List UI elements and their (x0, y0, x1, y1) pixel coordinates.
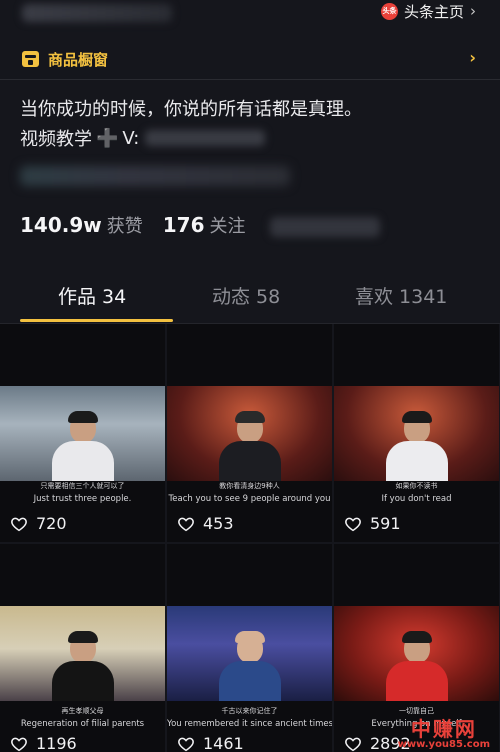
video-likes: 453 (177, 514, 234, 533)
video-likes: 591 (344, 514, 401, 533)
bio-line-2-text: 视频教学 (20, 129, 92, 150)
video-subtitle-en: You remembered it since ancient times. (167, 719, 332, 729)
heart-icon (11, 737, 27, 751)
likes-label: 获赞 (106, 216, 143, 237)
watermark-url: www.you85.com (397, 739, 490, 750)
video-preview-image (167, 606, 332, 701)
top-bar: 头条 头条主页 › (0, 0, 500, 34)
tab-dynamic[interactable]: 动态 58 (212, 282, 280, 309)
profile-tabs: 作品 34 动态 58 喜欢 1341 (0, 270, 500, 324)
blurred-followers[interactable] (269, 217, 380, 237)
video-subtitle-cn: 一切靠自己 (399, 707, 434, 715)
bio-line-2: 视频教学 ➕ V: (20, 125, 266, 151)
heart-icon (11, 517, 27, 531)
tab-works[interactable]: 作品 34 (58, 282, 126, 309)
profile-stats: 140.9w 获赞 176 关注 (20, 212, 380, 242)
tab-likes[interactable]: 喜欢 1341 (355, 282, 447, 309)
like-count: 1461 (203, 734, 244, 752)
likes-count: 140.9w (20, 213, 102, 237)
video-subtitle-en: Regeneration of filial parents (20, 719, 145, 729)
chevron-right-icon: › (469, 48, 476, 67)
video-subtitle-en: If you don't read (381, 494, 452, 504)
heart-icon (345, 737, 361, 751)
toutiao-homepage-link[interactable]: 头条 头条主页 › (380, 0, 476, 22)
watermark-text: 中赚网 (410, 717, 477, 741)
video-preview-image (334, 386, 499, 481)
shop-window-entry[interactable]: 商品橱窗 › (0, 40, 500, 80)
toutiao-link-label: 头条主页 (403, 2, 464, 21)
shop-icon (22, 51, 39, 67)
video-thumbnail[interactable]: 如果你不读书 If you don't read 591 (334, 324, 499, 542)
chevron-right-icon: › (470, 2, 476, 20)
following-label[interactable]: 关注 (210, 212, 246, 238)
video-subtitle-cn: 再生孝顺父母 (61, 707, 104, 715)
following-count[interactable]: 176 (163, 213, 205, 237)
video-grid: 只需要相信三个人就可以了 Just trust three people. 72… (0, 324, 500, 752)
active-tab-indicator (20, 319, 173, 322)
bio-line-1: 当你成功的时候，你说的所有话都是真理。 (20, 99, 362, 120)
shop-window-label: 商品橱窗 (48, 51, 109, 69)
video-preview-image (167, 386, 332, 481)
video-subtitle-cn: 教你看清身边9种人 (219, 482, 280, 490)
video-subtitle-cn: 千古以来你记住了 (221, 707, 278, 715)
video-likes: 1196 (10, 734, 77, 752)
tab-works-label: 作品 (58, 286, 97, 308)
video-subtitle-cn: 如果你不读书 (395, 482, 438, 490)
like-count: 591 (370, 514, 401, 533)
video-thumbnail[interactable]: 再生孝顺父母 Regeneration of filial parents 11… (0, 544, 165, 752)
video-subtitle-en: Just trust three people. (33, 494, 132, 504)
blurred-contact (145, 130, 266, 146)
video-thumbnail[interactable]: 只需要相信三个人就可以了 Just trust three people. 72… (0, 324, 165, 542)
tab-likes-label: 喜欢 (355, 286, 394, 308)
video-preview-image (334, 606, 499, 701)
tab-dynamic-count: 58 (256, 286, 281, 308)
video-preview-image (0, 386, 165, 481)
video-preview-image (0, 606, 165, 701)
video-likes: 1461 (177, 734, 244, 752)
heart-icon (345, 517, 361, 531)
video-subtitle-cn: 只需要相信三个人就可以了 (40, 482, 125, 490)
video-subtitle-en: Teach you to see 9 people around you (168, 494, 331, 504)
video-thumbnail[interactable]: 教你看清身边9种人 Teach you to see 9 people arou… (167, 324, 332, 542)
blurred-username (22, 4, 172, 22)
site-watermark: 中赚网 www.you85.com (398, 719, 490, 750)
like-count: 453 (203, 514, 234, 533)
toutiao-logo-icon: 头条 (380, 2, 398, 20)
heart-icon (178, 517, 194, 531)
heart-icon (178, 737, 194, 751)
video-thumbnail[interactable]: 千古以来你记住了 You remembered it since ancient… (167, 544, 332, 752)
like-count: 720 (36, 514, 67, 533)
blurred-bio-line (20, 166, 290, 186)
bio-contact-prefix: V: (122, 127, 140, 149)
video-likes: 720 (10, 514, 67, 533)
tab-likes-count: 1341 (399, 286, 448, 308)
tab-works-count: 34 (102, 286, 127, 308)
tab-dynamic-label: 动态 (212, 286, 251, 308)
like-count: 1196 (36, 734, 77, 752)
plus-icon: ➕ (96, 127, 119, 149)
